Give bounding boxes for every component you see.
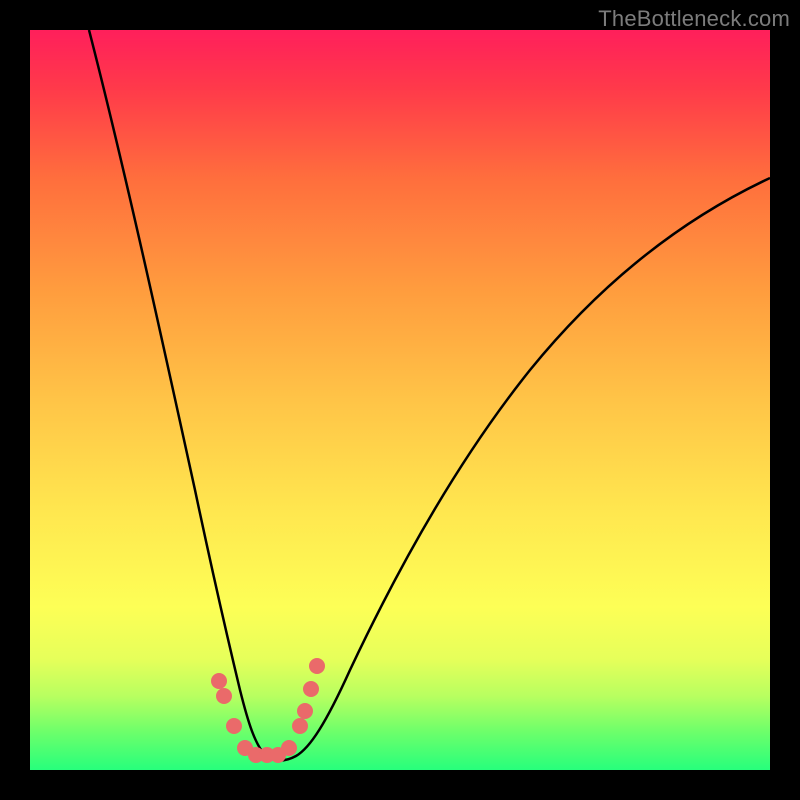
chart-frame: TheBottleneck.com [0, 0, 800, 800]
watermark-text: TheBottleneck.com [598, 6, 790, 32]
plot-area [30, 30, 770, 770]
bottleneck-curve-svg [30, 30, 770, 770]
bottleneck-curve-path [89, 30, 770, 761]
